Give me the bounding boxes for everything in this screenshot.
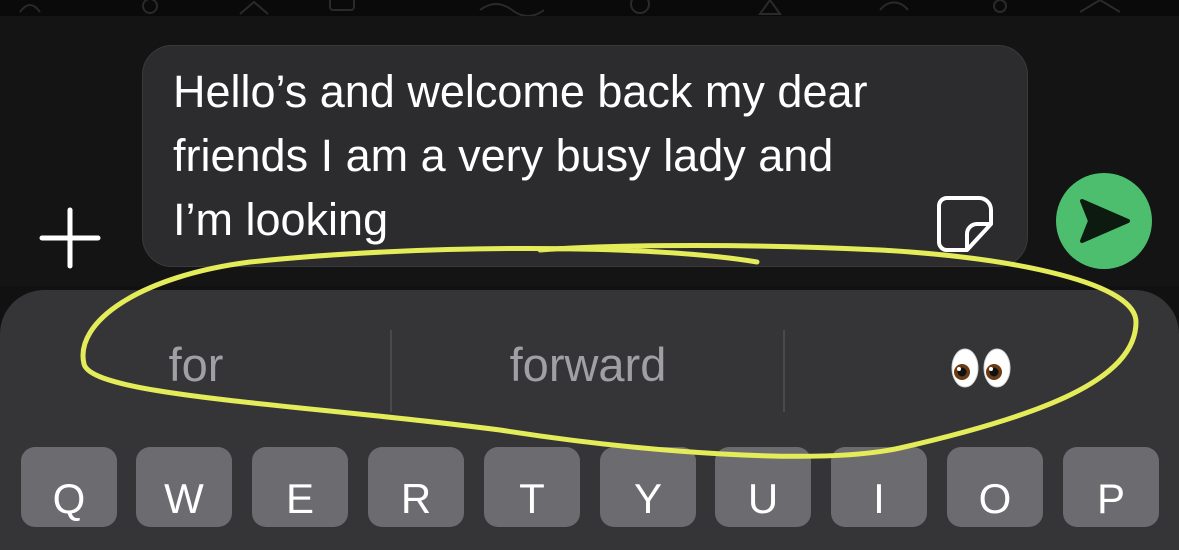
- chat-wallpaper-strip: [0, 0, 1179, 16]
- key-r[interactable]: R: [368, 447, 464, 527]
- key-p[interactable]: P: [1063, 447, 1159, 527]
- key-label: O: [978, 475, 1012, 522]
- sticker-icon: [937, 196, 993, 252]
- message-input[interactable]: Hello’s and welcome back my dear friends…: [142, 45, 1028, 267]
- eyes-emoji[interactable]: [950, 346, 1014, 390]
- key-label: W: [164, 475, 204, 522]
- key-label: I: [873, 475, 885, 522]
- eyes-emoji-icon: [951, 348, 1011, 388]
- key-y[interactable]: Y: [600, 447, 696, 527]
- key-t[interactable]: T: [484, 447, 580, 527]
- key-label: R: [400, 475, 432, 522]
- send-arrow-icon: [1080, 199, 1130, 243]
- key-label: E: [285, 475, 314, 522]
- key-w[interactable]: W: [136, 447, 232, 527]
- suggestion-label: for: [168, 338, 224, 391]
- key-e[interactable]: E: [252, 447, 348, 527]
- suggestion-label: forward: [509, 338, 667, 391]
- key-i[interactable]: I: [831, 447, 927, 527]
- key-o[interactable]: O: [947, 447, 1043, 527]
- key-q[interactable]: Q: [21, 447, 117, 527]
- plus-icon: [39, 207, 101, 269]
- key-u[interactable]: U: [715, 447, 811, 527]
- suggestion-for[interactable]: for: [0, 320, 392, 410]
- suggestion-forward[interactable]: forward: [392, 320, 784, 410]
- key-label: U: [747, 475, 779, 522]
- send-button[interactable]: [1056, 173, 1152, 269]
- key-label: T: [519, 475, 545, 522]
- message-text: Hello’s and welcome back my dear friends…: [173, 66, 881, 245]
- key-label: Q: [52, 475, 86, 522]
- doodle-pattern: [19, 0, 1121, 16]
- sticker-button[interactable]: [935, 194, 995, 254]
- attach-button[interactable]: [36, 204, 104, 272]
- key-label: Y: [633, 475, 662, 522]
- key-label: P: [1096, 475, 1125, 522]
